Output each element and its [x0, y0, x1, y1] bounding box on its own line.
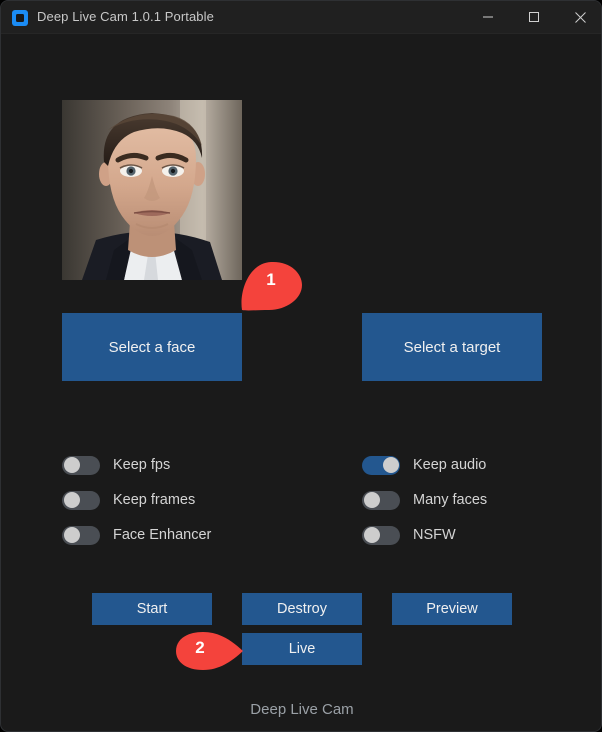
nsfw-toggle[interactable]: [362, 525, 400, 545]
keep-frames-toggle[interactable]: [62, 490, 100, 510]
toggle-knob: [363, 492, 380, 508]
close-icon: [574, 11, 586, 23]
face-enhancer-toggle[interactable]: [62, 525, 100, 545]
nsfw-label: NSFW: [413, 527, 456, 543]
annotation-number: 1: [266, 270, 276, 289]
switch-row-face-enhancer[interactable]: Face Enhancer: [62, 523, 211, 547]
toggle-knob: [63, 492, 80, 508]
live-button[interactable]: Live: [242, 633, 362, 665]
pin-marker-icon: [241, 261, 302, 311]
many-faces-toggle[interactable]: [362, 490, 400, 510]
annotation-number: 2: [195, 638, 205, 657]
toggle-knob: [363, 527, 380, 543]
keep-audio-toggle[interactable]: [362, 455, 400, 475]
toggle-knob: [63, 457, 80, 473]
close-button[interactable]: [557, 1, 601, 33]
app-logo-icon: [12, 10, 28, 26]
switch-row-many-faces[interactable]: Many faces: [362, 488, 487, 512]
annotation-marker-1: 1: [239, 259, 303, 313]
toggle-knob: [382, 457, 399, 473]
window-title: Deep Live Cam 1.0.1 Portable: [37, 9, 214, 24]
face-preview-image: [62, 100, 242, 280]
app-window: Deep Live Cam 1.0.1 Portable Select a fa…: [0, 0, 602, 732]
face-enhancer-label: Face Enhancer: [113, 527, 212, 543]
switch-row-keep-audio[interactable]: Keep audio: [362, 453, 486, 477]
status-label: Deep Live Cam: [250, 701, 354, 718]
select-a-face-button[interactable]: Select a face: [62, 313, 242, 381]
portrait-photo-icon: [62, 100, 242, 280]
start-button[interactable]: Start: [92, 593, 212, 625]
minimize-button[interactable]: [465, 1, 511, 33]
switch-row-keep-frames[interactable]: Keep frames: [62, 488, 195, 512]
keep-audio-label: Keep audio: [413, 457, 487, 473]
keep-fps-label: Keep fps: [113, 457, 171, 473]
select-a-target-button[interactable]: Select a target: [362, 313, 542, 381]
pin-marker-icon: [176, 632, 243, 670]
preview-button[interactable]: Preview: [392, 593, 512, 625]
minimize-icon: [483, 16, 493, 18]
toggle-knob: [63, 527, 80, 543]
keep-frames-label: Keep frames: [113, 492, 196, 508]
maximize-icon: [529, 12, 539, 22]
maximize-button[interactable]: [511, 1, 557, 33]
destroy-button[interactable]: Destroy: [242, 593, 362, 625]
switch-row-keep-fps[interactable]: Keep fps: [62, 453, 170, 477]
switch-row-nsfw[interactable]: NSFW: [362, 523, 456, 547]
annotation-marker-2: 2: [175, 630, 245, 672]
many-faces-label: Many faces: [413, 492, 488, 508]
title-bar[interactable]: Deep Live Cam 1.0.1 Portable: [1, 1, 601, 34]
keep-fps-toggle[interactable]: [62, 455, 100, 475]
